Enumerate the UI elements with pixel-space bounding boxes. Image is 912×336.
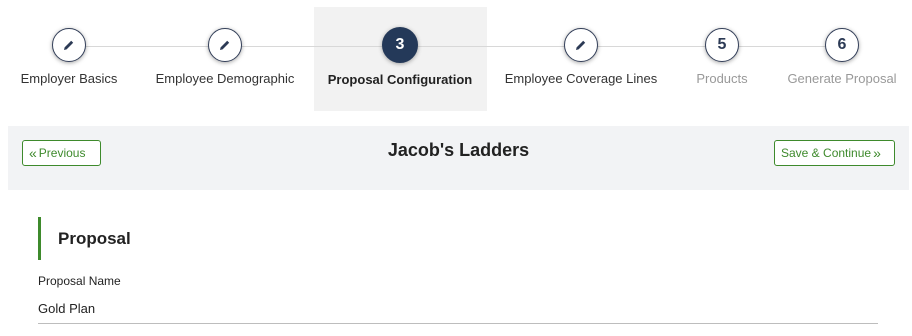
step-2-circle[interactable]	[208, 28, 242, 62]
pencil-icon	[64, 40, 74, 50]
step-2-label: Employee Demographic	[155, 71, 295, 86]
pencil-icon	[220, 40, 230, 50]
header-bar: « Previous Jacob's Ladders Save & Contin…	[8, 126, 909, 190]
step-6-label: Generate Proposal	[787, 71, 897, 86]
step-employee-demographic[interactable]: Employee Demographic	[135, 28, 315, 86]
step-4-circle[interactable]	[564, 28, 598, 62]
step-3-circle[interactable]: 3	[382, 27, 418, 63]
proposal-section: Proposal Proposal Name Gold Plan	[38, 217, 878, 324]
section-header: Proposal	[38, 217, 878, 260]
progress-stepper: Employer Basics Employee Demographic 3 P…	[0, 0, 912, 115]
proposal-name-input[interactable]: Gold Plan	[38, 301, 95, 316]
step-3-label: Proposal Configuration	[327, 72, 473, 87]
section-title: Proposal	[58, 228, 131, 248]
double-chevron-right-icon: »	[873, 145, 881, 161]
save-continue-button[interactable]: Save & Continue »	[774, 140, 895, 166]
proposal-name-label: Proposal Name	[38, 274, 121, 288]
step-generate-proposal[interactable]: 6 Generate Proposal	[752, 28, 912, 86]
step-1-circle[interactable]	[52, 28, 86, 62]
save-continue-button-label: Save & Continue	[781, 146, 872, 160]
step-5-circle[interactable]: 5	[705, 28, 739, 62]
step-6-circle[interactable]: 6	[825, 28, 859, 62]
proposal-name-underline	[38, 323, 878, 324]
step-proposal-configuration[interactable]: 3 Proposal Configuration	[310, 27, 490, 87]
pencil-icon	[576, 40, 586, 50]
